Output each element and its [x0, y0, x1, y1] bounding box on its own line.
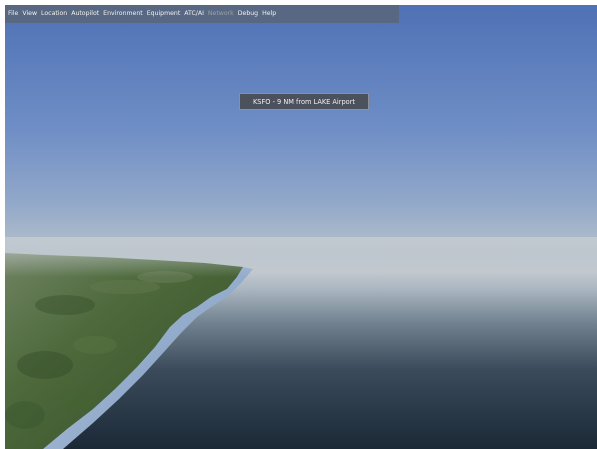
menu-location[interactable]: Location: [41, 5, 67, 23]
menu-file[interactable]: File: [8, 5, 18, 23]
horizon-haze: [5, 237, 597, 277]
menu-atc-ai[interactable]: ATC/AI: [184, 5, 204, 23]
menu-equipment[interactable]: Equipment: [147, 5, 181, 23]
menu-debug[interactable]: Debug: [238, 5, 258, 23]
menu-environment[interactable]: Environment: [103, 5, 143, 23]
3d-scene-view: [5, 5, 597, 449]
location-popup: KSFO - 9 NM from LAKE Airport: [239, 93, 369, 110]
menu-autopilot[interactable]: Autopilot: [71, 5, 99, 23]
menu-network: Network: [207, 10, 234, 17]
menu-bar: File View Location Autopilot Environment…: [5, 5, 399, 23]
flight-sim-window: File View Location Autopilot Environment…: [5, 5, 597, 449]
location-popup-text: KSFO - 9 NM from LAKE Airport: [252, 97, 355, 106]
menu-view[interactable]: View: [22, 5, 37, 23]
menu-help[interactable]: Help: [262, 5, 276, 23]
